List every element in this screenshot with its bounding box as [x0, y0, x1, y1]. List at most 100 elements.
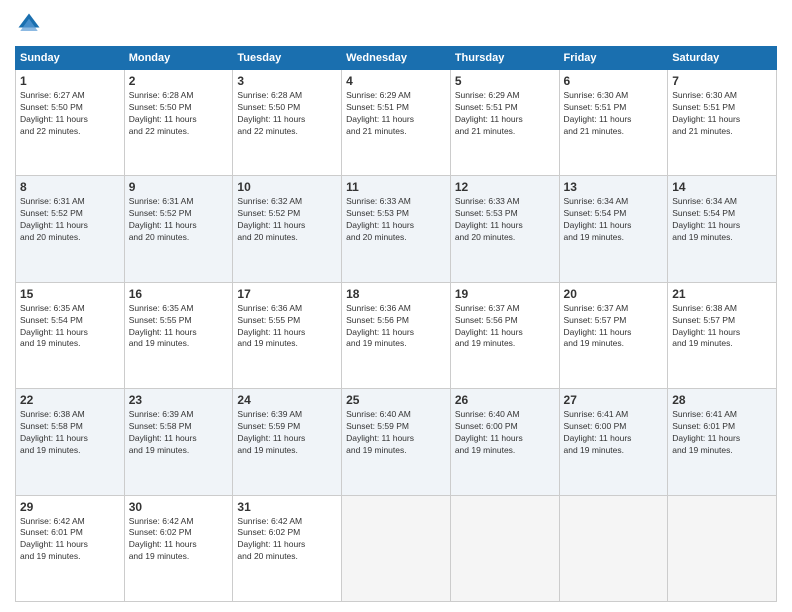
table-row: 10 Sunrise: 6:32 AMSunset: 5:52 PMDayligh…: [233, 176, 342, 282]
day-number: 29: [20, 500, 120, 514]
day-number: 1: [20, 74, 120, 88]
day-info: Sunrise: 6:42 AMSunset: 6:02 PMDaylight:…: [237, 516, 337, 564]
day-number: 2: [129, 74, 229, 88]
table-row: 16 Sunrise: 6:35 AMSunset: 5:55 PMDayligh…: [124, 282, 233, 388]
day-info: Sunrise: 6:36 AMSunset: 5:55 PMDaylight:…: [237, 303, 337, 351]
col-wednesday: Wednesday: [342, 47, 451, 70]
day-number: 10: [237, 180, 337, 194]
table-row: 14 Sunrise: 6:34 AMSunset: 5:54 PMDayligh…: [668, 176, 777, 282]
day-number: 7: [672, 74, 772, 88]
day-number: 12: [455, 180, 555, 194]
day-info: Sunrise: 6:41 AMSunset: 6:00 PMDaylight:…: [564, 409, 664, 457]
table-row: 31Sunrise: 6:42 AMSunset: 6:02 PMDayligh…: [233, 495, 342, 601]
day-number: 5: [455, 74, 555, 88]
day-info: Sunrise: 6:27 AMSunset: 5:50 PMDaylight:…: [20, 90, 120, 138]
day-number: 26: [455, 393, 555, 407]
table-row: 20 Sunrise: 6:37 AMSunset: 5:57 PMDayligh…: [559, 282, 668, 388]
table-row: [342, 495, 451, 601]
table-row: [559, 495, 668, 601]
table-row: 8 Sunrise: 6:31 AMSunset: 5:52 PMDaylight…: [16, 176, 125, 282]
calendar-week-row: 29 Sunrise: 6:42 AMSunset: 6:01 PMDayligh…: [16, 495, 777, 601]
table-row: 19Sunrise: 6:37 AMSunset: 5:56 PMDayligh…: [450, 282, 559, 388]
day-number: 9: [129, 180, 229, 194]
day-info: Sunrise: 6:33 AMSunset: 5:53 PMDaylight:…: [346, 196, 446, 244]
day-info: Sunrise: 6:35 AMSunset: 5:54 PMDaylight:…: [20, 303, 120, 351]
day-info: Sunrise: 6:42 AMSunset: 6:01 PMDaylight:…: [20, 516, 120, 564]
day-info: Sunrise: 6:35 AMSunset: 5:55 PMDaylight:…: [129, 303, 229, 351]
table-row: 13Sunrise: 6:34 AMSunset: 5:54 PMDayligh…: [559, 176, 668, 282]
calendar-header-row: Sunday Monday Tuesday Wednesday Thursday…: [16, 47, 777, 70]
table-row: 2 Sunrise: 6:28 AMSunset: 5:50 PMDaylight…: [124, 70, 233, 176]
table-row: 30Sunrise: 6:42 AMSunset: 6:02 PMDayligh…: [124, 495, 233, 601]
calendar-week-row: 1 Sunrise: 6:27 AMSunset: 5:50 PMDaylight…: [16, 70, 777, 176]
col-thursday: Thursday: [450, 47, 559, 70]
table-row: 12 Sunrise: 6:33 AMSunset: 5:53 PMDayligh…: [450, 176, 559, 282]
day-info: Sunrise: 6:30 AMSunset: 5:51 PMDaylight:…: [672, 90, 772, 138]
col-saturday: Saturday: [668, 47, 777, 70]
day-info: Sunrise: 6:39 AMSunset: 5:59 PMDaylight:…: [237, 409, 337, 457]
day-number: 30: [129, 500, 229, 514]
day-number: 16: [129, 287, 229, 301]
table-row: 5Sunrise: 6:29 AMSunset: 5:51 PMDaylight…: [450, 70, 559, 176]
day-number: 25: [346, 393, 446, 407]
table-row: 29 Sunrise: 6:42 AMSunset: 6:01 PMDayligh…: [16, 495, 125, 601]
calendar-page: Sunday Monday Tuesday Wednesday Thursday…: [0, 0, 792, 612]
day-info: Sunrise: 6:39 AMSunset: 5:58 PMDaylight:…: [129, 409, 229, 457]
table-row: 23 Sunrise: 6:39 AMSunset: 5:58 PMDayligh…: [124, 389, 233, 495]
day-number: 4: [346, 74, 446, 88]
calendar-week-row: 8 Sunrise: 6:31 AMSunset: 5:52 PMDaylight…: [16, 176, 777, 282]
day-number: 20: [564, 287, 664, 301]
table-row: 11 Sunrise: 6:33 AMSunset: 5:53 PMDayligh…: [342, 176, 451, 282]
day-number: 21: [672, 287, 772, 301]
day-number: 8: [20, 180, 120, 194]
logo: [15, 10, 47, 38]
day-info: Sunrise: 6:40 AMSunset: 6:00 PMDaylight:…: [455, 409, 555, 457]
day-info: Sunrise: 6:38 AMSunset: 5:57 PMDaylight:…: [672, 303, 772, 351]
table-row: 28Sunrise: 6:41 AMSunset: 6:01 PMDayligh…: [668, 389, 777, 495]
day-number: 23: [129, 393, 229, 407]
day-info: Sunrise: 6:38 AMSunset: 5:58 PMDaylight:…: [20, 409, 120, 457]
day-number: 6: [564, 74, 664, 88]
day-number: 28: [672, 393, 772, 407]
day-number: 22: [20, 393, 120, 407]
col-tuesday: Tuesday: [233, 47, 342, 70]
day-number: 13: [564, 180, 664, 194]
day-number: 3: [237, 74, 337, 88]
calendar-week-row: 15 Sunrise: 6:35 AMSunset: 5:54 PMDayligh…: [16, 282, 777, 388]
table-row: 6 Sunrise: 6:30 AMSunset: 5:51 PMDaylight…: [559, 70, 668, 176]
table-row: 3 Sunrise: 6:28 AMSunset: 5:50 PMDaylight…: [233, 70, 342, 176]
table-row: 26 Sunrise: 6:40 AMSunset: 6:00 PMDayligh…: [450, 389, 559, 495]
header: [15, 10, 777, 38]
day-info: Sunrise: 6:30 AMSunset: 5:51 PMDaylight:…: [564, 90, 664, 138]
day-number: 11: [346, 180, 446, 194]
day-number: 19: [455, 287, 555, 301]
table-row: 15 Sunrise: 6:35 AMSunset: 5:54 PMDayligh…: [16, 282, 125, 388]
table-row: [450, 495, 559, 601]
table-row: 22 Sunrise: 6:38 AMSunset: 5:58 PMDayligh…: [16, 389, 125, 495]
col-sunday: Sunday: [16, 47, 125, 70]
day-number: 15: [20, 287, 120, 301]
col-monday: Monday: [124, 47, 233, 70]
day-info: Sunrise: 6:31 AMSunset: 5:52 PMDaylight:…: [20, 196, 120, 244]
day-info: Sunrise: 6:32 AMSunset: 5:52 PMDaylight:…: [237, 196, 337, 244]
day-info: Sunrise: 6:28 AMSunset: 5:50 PMDaylight:…: [129, 90, 229, 138]
calendar-week-row: 22 Sunrise: 6:38 AMSunset: 5:58 PMDayligh…: [16, 389, 777, 495]
table-row: 24 Sunrise: 6:39 AMSunset: 5:59 PMDayligh…: [233, 389, 342, 495]
day-info: Sunrise: 6:33 AMSunset: 5:53 PMDaylight:…: [455, 196, 555, 244]
col-friday: Friday: [559, 47, 668, 70]
table-row: 21 Sunrise: 6:38 AMSunset: 5:57 PMDayligh…: [668, 282, 777, 388]
table-row: 27 Sunrise: 6:41 AMSunset: 6:00 PMDayligh…: [559, 389, 668, 495]
table-row: 1 Sunrise: 6:27 AMSunset: 5:50 PMDaylight…: [16, 70, 125, 176]
calendar-table: Sunday Monday Tuesday Wednesday Thursday…: [15, 46, 777, 602]
table-row: 7 Sunrise: 6:30 AMSunset: 5:51 PMDaylight…: [668, 70, 777, 176]
day-number: 24: [237, 393, 337, 407]
day-number: 27: [564, 393, 664, 407]
table-row: [668, 495, 777, 601]
day-info: Sunrise: 6:34 AMSunset: 5:54 PMDaylight:…: [672, 196, 772, 244]
table-row: 25 Sunrise: 6:40 AMSunset: 5:59 PMDayligh…: [342, 389, 451, 495]
day-number: 14: [672, 180, 772, 194]
day-info: Sunrise: 6:28 AMSunset: 5:50 PMDaylight:…: [237, 90, 337, 138]
day-info: Sunrise: 6:29 AMSunset: 5:51 PMDaylight:…: [346, 90, 446, 138]
day-info: Sunrise: 6:40 AMSunset: 5:59 PMDaylight:…: [346, 409, 446, 457]
day-info: Sunrise: 6:37 AMSunset: 5:57 PMDaylight:…: [564, 303, 664, 351]
